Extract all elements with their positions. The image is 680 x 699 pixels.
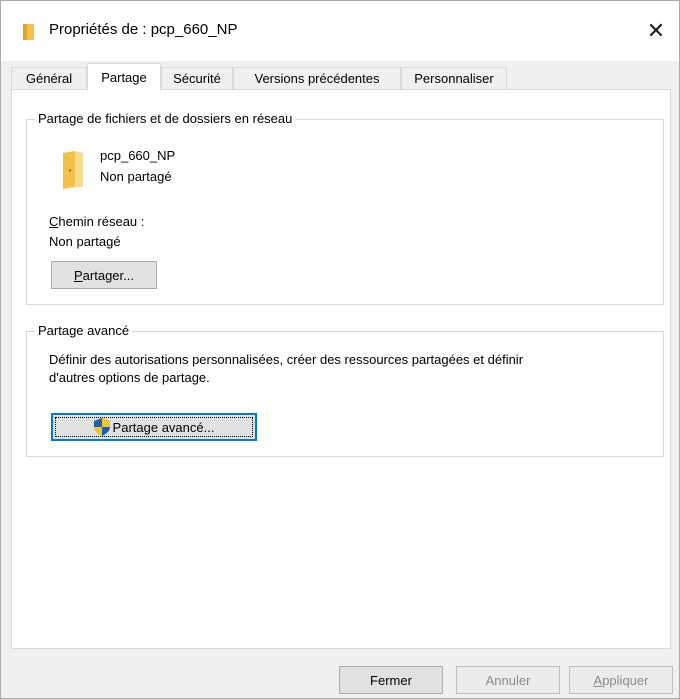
folder-icon	[23, 24, 34, 40]
cancel-button[interactable]: Annuler	[456, 666, 560, 694]
title-bar: Propriétés de : pcp_660_NP ✕	[1, 1, 679, 61]
advanced-sharing-description-line2: d'autres options de partage.	[49, 370, 210, 385]
share-button-label: Partager...	[74, 267, 134, 283]
tab-previous-versions[interactable]: Versions précédentes	[233, 67, 401, 89]
properties-window: Propriétés de : pcp_660_NP ✕ Général Par…	[0, 0, 680, 699]
network-sharing-group-title: Partage de fichiers et de dossiers en ré…	[35, 111, 296, 126]
advanced-sharing-group-title: Partage avancé	[35, 323, 133, 338]
advanced-sharing-button[interactable]: Partage avancé...	[51, 413, 257, 441]
uac-shield-icon	[93, 418, 110, 436]
tab-security[interactable]: Sécurité	[161, 67, 233, 89]
network-path-value: Non partagé	[49, 234, 121, 249]
folder-icon	[63, 151, 83, 189]
folder-share-status: Non partagé	[100, 169, 172, 184]
apply-button[interactable]: Appliquer	[569, 666, 673, 694]
tab-general[interactable]: Général	[11, 67, 87, 89]
close-window-button[interactable]: ✕	[633, 1, 679, 61]
apply-button-label: Appliquer	[593, 672, 649, 688]
tab-strip: Général Partage Sécurité Versions précéd…	[11, 63, 671, 91]
share-button[interactable]: Partager...	[51, 261, 157, 289]
folder-name: pcp_660_NP	[100, 148, 176, 163]
network-path-label: Chemin réseau :	[49, 214, 145, 229]
tab-customize[interactable]: Personnaliser	[401, 67, 507, 89]
window-title: Propriétés de : pcp_660_NP	[49, 21, 238, 38]
advanced-sharing-description-line1: Définir des autorisations personnalisées…	[49, 352, 524, 367]
close-icon: ✕	[646, 18, 666, 43]
close-button[interactable]: Fermer	[339, 666, 443, 694]
tab-sharing[interactable]: Partage	[87, 63, 161, 91]
advanced-sharing-button-label: Partage avancé...	[112, 419, 215, 435]
